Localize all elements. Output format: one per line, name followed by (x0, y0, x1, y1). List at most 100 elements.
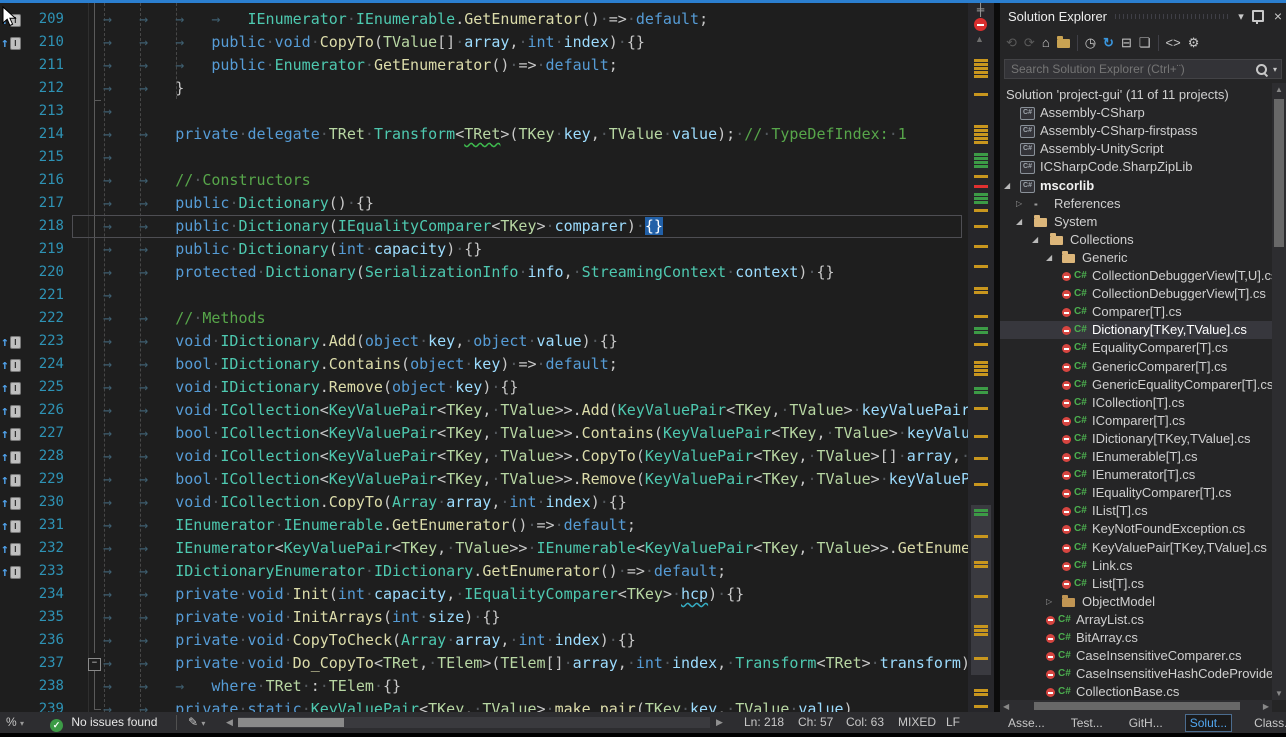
code-editor[interactable]: − ↑I209→ → → → IEnumerator·IEnumerable.G… (0, 3, 968, 712)
code-line-239[interactable]: 239→ → private·static·KeyValuePair<TKey,… (0, 698, 968, 712)
expander-closed-icon[interactable]: ▷ (1016, 195, 1022, 213)
tree-item[interactable]: C#List[T].cs (1000, 575, 1272, 593)
scrollbar-thumb[interactable] (238, 718, 344, 727)
tree-item[interactable]: C#IComparer[T].cs (1000, 412, 1272, 430)
tree-item[interactable]: C#GenericEqualityComparer[T].cs (1000, 376, 1272, 394)
tree-item[interactable]: C#Assembly-UnityScript (1000, 140, 1272, 158)
tree-horizontal-scrollbar[interactable]: ◀ ▶ (1000, 700, 1272, 712)
tree-item[interactable]: C#Assembly-CSharp-firstpass (1000, 122, 1272, 140)
code-line-220[interactable]: 220→ → protected·Dictionary(Serializatio… (0, 261, 968, 284)
implements-indicator-icon[interactable]: ↑I (1, 491, 21, 514)
code-line-228[interactable]: ↑I228→ → void·ICollection<KeyValuePair<T… (0, 445, 968, 468)
tree-item[interactable]: C#IEnumerator[T].cs (1000, 466, 1272, 484)
code-line-230[interactable]: ↑I230→ → void·ICollection.CopyTo(Array·a… (0, 491, 968, 514)
code-line-232[interactable]: ↑I232→ → IEnumerator<KeyValuePair<TKey,·… (0, 537, 968, 560)
eol-indicator[interactable]: LF (946, 712, 960, 733)
code-line-222[interactable]: 222→ → //·Methods (0, 307, 968, 330)
tree-item[interactable]: C#IDictionary[TKey,TValue].cs (1000, 430, 1272, 448)
implements-indicator-icon[interactable]: ↑I (1, 560, 21, 583)
tree-item[interactable]: C#ICSharpCode.SharpZipLib (1000, 158, 1272, 176)
scrollbar-thumb[interactable] (971, 505, 991, 675)
code-line-212[interactable]: 212→ → } (0, 77, 968, 100)
code-line-225[interactable]: ↑I225→ → void·IDictionary.Remove(object·… (0, 376, 968, 399)
switch-views-button[interactable]: ▾ (1057, 34, 1070, 52)
tool-window-tab[interactable]: Asse... (1004, 715, 1049, 731)
search-icon[interactable] (1256, 64, 1267, 75)
tree-item[interactable]: C#CollectionBase.cs (1000, 683, 1272, 700)
encoding-indicator[interactable]: MIXED (898, 712, 936, 733)
code-line-215[interactable]: 215→ (0, 146, 968, 169)
pending-changes-filter-button[interactable]: ◷▾ (1085, 34, 1096, 52)
tree-item[interactable]: C#Dictionary[TKey,TValue].cs (1000, 321, 1272, 339)
code-line-229[interactable]: ↑I229→ → bool·ICollection<KeyValuePair<T… (0, 468, 968, 491)
tree-item[interactable]: ▷ObjectModel (1000, 593, 1272, 611)
history-forward-button[interactable]: ⟳ (1024, 34, 1035, 52)
implements-indicator-icon[interactable]: ↑I (1, 399, 21, 422)
scrollbar-thumb[interactable] (1274, 99, 1284, 247)
scroll-up-arrow-icon[interactable]: ▲ (1275, 85, 1283, 94)
tree-item[interactable]: C#ArrayList.cs (1000, 611, 1272, 629)
editor-scrollbar[interactable]: ╪ ▲ (968, 3, 994, 712)
tree-item[interactable]: Solution 'project-gui' (11 of 11 project… (1000, 86, 1272, 104)
window-position-chevron-icon[interactable]: ▾ (1238, 10, 1244, 23)
scroll-right-arrow-icon[interactable]: ▶ (1263, 702, 1269, 711)
tree-item[interactable]: C#EqualityComparer[T].cs (1000, 339, 1272, 357)
implements-indicator-icon[interactable]: ↑I (1, 422, 21, 445)
tree-item[interactable]: C#Assembly-CSharp (1000, 104, 1272, 122)
code-line-213[interactable]: 213→ (0, 100, 968, 123)
tree-item[interactable]: C#KeyNotFoundException.cs (1000, 520, 1272, 538)
code-line-226[interactable]: ↑I226→ → void·ICollection<KeyValuePair<T… (0, 399, 968, 422)
tree-item[interactable]: ◢Collections (1000, 231, 1272, 249)
expander-open-icon[interactable]: ◢ (1016, 213, 1022, 231)
expander-open-icon[interactable]: ◢ (1046, 249, 1052, 267)
code-line-238[interactable]: 238→ → → where·TRet·:·TElem·{} (0, 675, 968, 698)
scroll-left-arrow-icon[interactable]: ◀ (226, 712, 233, 733)
annotate-button[interactable]: ✎ ▾ (188, 712, 205, 733)
collapse-all-button[interactable]: ⊟ (1121, 34, 1132, 52)
tool-window-tab[interactable]: GitH... (1125, 715, 1167, 731)
implements-indicator-icon[interactable]: ↑I (1, 376, 21, 399)
home-button[interactable]: ⌂ (1042, 34, 1050, 52)
tree-item[interactable]: ▷▪▪References (1000, 195, 1272, 213)
scroll-up-arrow-icon[interactable]: ▲ (975, 34, 984, 44)
code-line-221[interactable]: 221→ (0, 284, 968, 307)
code-line-235[interactable]: 235→ → private·void·InitArrays(int·size)… (0, 606, 968, 629)
line-indicator[interactable]: Ln: 218 (744, 712, 784, 733)
document-health-indicator-icon[interactable] (974, 18, 987, 31)
expander-closed-icon[interactable]: ▷ (1046, 593, 1052, 611)
code-line-219[interactable]: 219→ → public·Dictionary(int·capacity)·{… (0, 238, 968, 261)
implements-indicator-icon[interactable]: ↑I (1, 445, 21, 468)
implements-indicator-icon[interactable]: ↑I (1, 31, 21, 54)
tool-window-tab[interactable]: Test... (1067, 715, 1107, 731)
implements-indicator-icon[interactable]: ↑I (1, 468, 21, 491)
scroll-right-arrow-icon[interactable]: ▶ (716, 712, 723, 733)
search-input[interactable] (1005, 62, 1256, 76)
close-icon[interactable]: × (1274, 8, 1282, 24)
refresh-button[interactable]: ↻ (1103, 34, 1114, 52)
view-code-button[interactable]: <> (1166, 34, 1181, 52)
tree-item[interactable]: C#CaseInsensitiveComparer.cs (1000, 647, 1272, 665)
code-line-209[interactable]: ↑I209→ → → → IEnumerator·IEnumerable.Get… (0, 8, 968, 31)
tree-item[interactable]: ◢C#mscorlib (1000, 177, 1272, 195)
implements-indicator-icon[interactable]: ↑I (1, 330, 21, 353)
code-line-237[interactable]: 237→ → private·void·Do_CopyTo<TRet,·TEle… (0, 652, 968, 675)
tree-vertical-scrollbar[interactable]: ▲ ▼ (1272, 83, 1286, 700)
code-line-211[interactable]: 211→ → → public·Enumerator·GetEnumerator… (0, 54, 968, 77)
tree-item[interactable]: C#CaseInsensitiveHashCodeProvider.cs (1000, 665, 1272, 683)
code-line-234[interactable]: 234→ → private·void·Init(int·capacity,·I… (0, 583, 968, 606)
expander-open-icon[interactable]: ◢ (1004, 177, 1010, 195)
tree-item[interactable]: C#KeyValuePair[TKey,TValue].cs (1000, 539, 1272, 557)
tree-item[interactable]: ◢Generic (1000, 249, 1272, 267)
tree-item[interactable]: ◢System (1000, 213, 1272, 231)
code-line-231[interactable]: ↑I231→ → IEnumerator·IEnumerable.GetEnum… (0, 514, 968, 537)
code-line-236[interactable]: 236→ → private·void·CopyToCheck(Array·ar… (0, 629, 968, 652)
issues-indicator[interactable]: ✓ No issues found (50, 712, 157, 733)
pin-icon[interactable] (1252, 10, 1264, 22)
solution-explorer-titlebar[interactable]: Solution Explorer ▾ × (1000, 3, 1286, 29)
code-line-223[interactable]: ↑I223→ → void·IDictionary.Add(object·key… (0, 330, 968, 353)
tree-item[interactable]: C#BitArray.cs (1000, 629, 1272, 647)
scroll-left-arrow-icon[interactable]: ◀ (1003, 702, 1009, 711)
tree-item[interactable]: C#Comparer[T].cs (1000, 303, 1272, 321)
column-indicator[interactable]: Col: 63 (846, 712, 884, 733)
search-options-chevron-icon[interactable]: ▾ (1273, 65, 1277, 74)
